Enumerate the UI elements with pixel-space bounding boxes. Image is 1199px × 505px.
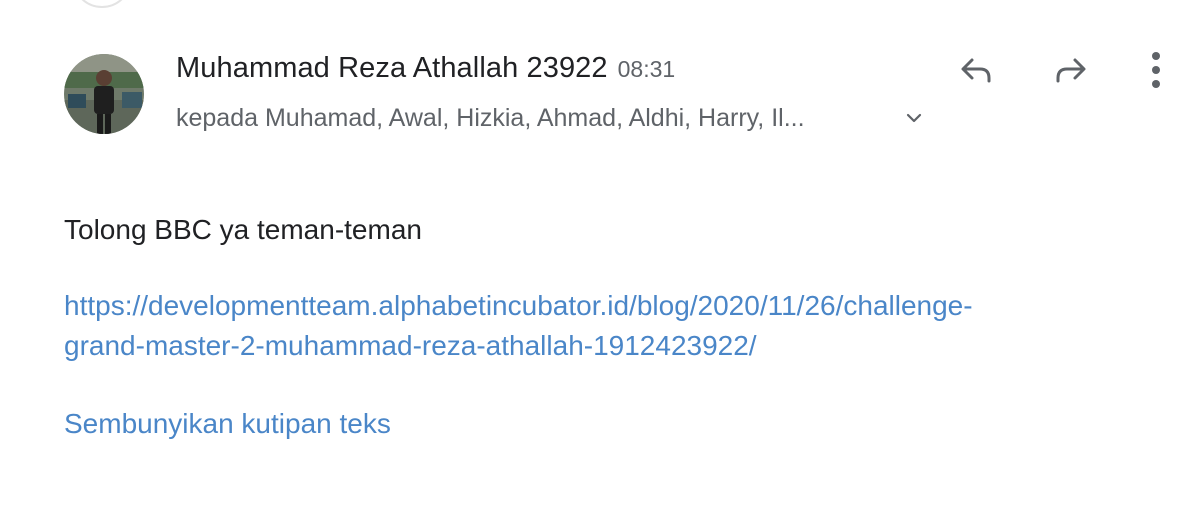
- email-view: Muhammad Reza Athallah 23922 08:31 kepad…: [0, 0, 1199, 505]
- reply-icon: [961, 58, 991, 83]
- send-time: 08:31: [617, 56, 676, 82]
- forward-icon: [1056, 58, 1086, 83]
- message-body-text: Tolong BBC ya teman-teman: [64, 214, 422, 245]
- sender-avatar[interactable]: [64, 54, 144, 134]
- recipients-row[interactable]: kepada Muhamad, Awal, Hizkia, Ahmad, Ald…: [176, 98, 932, 138]
- link-line-1[interactable]: https://developmentteam.alphabetincubato…: [64, 286, 1164, 326]
- hide-quoted-text-link[interactable]: Sembunyikan kutipan teks: [64, 408, 391, 440]
- more-vert-icon: [1152, 52, 1160, 88]
- reply-button[interactable]: [952, 46, 1000, 94]
- expand-details-button[interactable]: [896, 100, 932, 136]
- sender-name[interactable]: Muhammad Reza Athallah 23922: [176, 52, 608, 85]
- recipients-summary[interactable]: kepada Muhamad, Awal, Hizkia, Ahmad, Ald…: [176, 104, 886, 133]
- more-options-button[interactable]: [1132, 46, 1180, 94]
- link-line-2[interactable]: grand-master-2-muhammad-reza-athallah-19…: [64, 326, 1164, 366]
- chevron-down-icon: [906, 113, 922, 123]
- sender-line: Muhammad Reza Athallah 23922 08:31: [176, 52, 675, 92]
- forward-button[interactable]: [1047, 46, 1095, 94]
- avatar-photo: [64, 54, 144, 134]
- blog-post-link[interactable]: https://developmentteam.alphabetincubato…: [64, 286, 1164, 366]
- previous-message-avatar-edge: [72, 0, 132, 8]
